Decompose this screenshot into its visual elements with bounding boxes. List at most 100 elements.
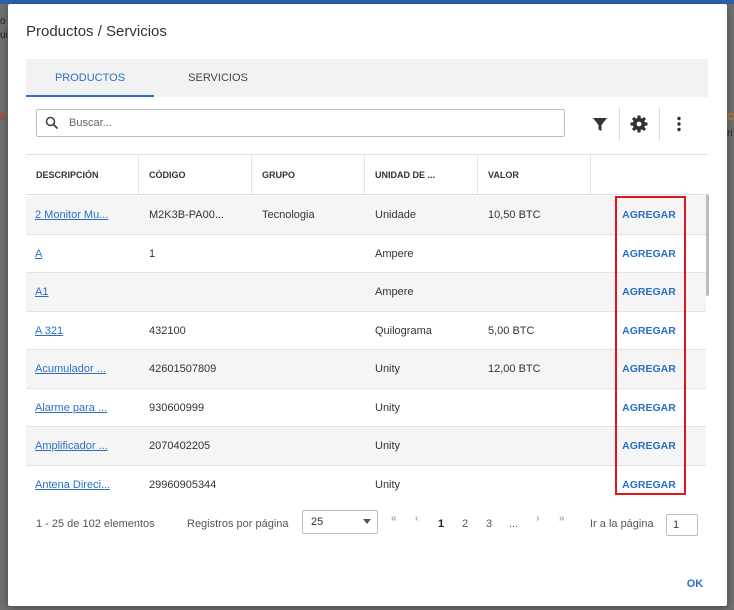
background-text-fragment: o xyxy=(0,16,6,27)
agregar-button[interactable]: AGREGAR xyxy=(617,196,681,234)
cell-grupo xyxy=(252,350,362,388)
cell-descripcion[interactable]: A1 xyxy=(35,273,135,311)
table-row: A 321 432100 Quilograma 5,00 BTC AGREGAR xyxy=(26,312,706,350)
gear-icon[interactable] xyxy=(624,109,654,139)
cell-descripcion[interactable]: 2 Monitor Mu... xyxy=(35,196,135,234)
goto-page-input[interactable] xyxy=(666,514,698,536)
page-3[interactable]: 3 xyxy=(486,518,492,530)
record-count: 1 - 25 de 102 elementos xyxy=(36,518,155,530)
tab-bar: PRODUCTOS SERVICIOS xyxy=(26,59,708,97)
agregar-button[interactable]: AGREGAR xyxy=(617,235,681,273)
cell-valor: 5,00 BTC xyxy=(488,324,535,337)
cell-unidad: Unity xyxy=(375,440,401,452)
cell-grupo xyxy=(252,235,362,273)
table-row: 2 Monitor Mu... M2K3B-PA00... Tecnologia… xyxy=(26,196,706,235)
more-vertical-icon[interactable] xyxy=(664,109,694,139)
chevron-down-icon xyxy=(363,519,371,524)
products-table: DESCRIPCIÓN CÓDIGO GRUPO UNIDAD DE ... V… xyxy=(26,154,708,502)
cell-unidad: Ampere xyxy=(375,247,414,260)
agregar-button[interactable]: AGREGAR xyxy=(617,427,681,465)
cell-codigo xyxy=(139,273,249,311)
background-text-fragment: 0 xyxy=(0,112,6,123)
cell-unidad: Unity xyxy=(375,478,401,491)
per-page-label: Registros por página xyxy=(187,518,289,530)
filter-icon[interactable] xyxy=(585,109,615,139)
cell-codigo: 930600999 xyxy=(149,401,205,414)
column-header-codigo[interactable]: CÓDIGO xyxy=(139,155,252,195)
cell-descripcion[interactable]: Alarme para ... xyxy=(35,389,135,427)
cell-codigo: 42601507809 xyxy=(149,363,217,375)
cell-descripcion[interactable]: A 321 xyxy=(35,312,135,350)
page-1[interactable]: 1 xyxy=(438,518,444,530)
table-header: DESCRIPCIÓN CÓDIGO GRUPO UNIDAD DE ... V… xyxy=(26,155,706,195)
cell-codigo: 1 xyxy=(149,247,156,260)
cell-codigo: M2K3B-PA00... xyxy=(149,209,224,221)
prev-page-icon[interactable]: ‹ xyxy=(415,513,418,524)
background-text-fragment: ri xyxy=(727,128,733,139)
cell-valor xyxy=(478,273,588,311)
agregar-button[interactable]: AGREGAR xyxy=(617,389,681,427)
per-page-value: 25 xyxy=(311,516,324,528)
cell-unidad: Unidade xyxy=(375,209,416,221)
page-ellipsis[interactable]: ... xyxy=(509,518,518,530)
cell-valor xyxy=(478,235,588,273)
tab-servicios[interactable]: SERVICIOS xyxy=(154,59,282,97)
cell-grupo xyxy=(252,312,362,350)
cell-unidad: Quilograma xyxy=(375,324,432,337)
pagination-bar: 1 - 25 de 102 elementos Registros por pá… xyxy=(8,509,727,539)
table-row: Alarme para ... 930600999 Unity AGREGAR xyxy=(26,389,706,427)
cell-descripcion[interactable]: Amplificador ... xyxy=(35,427,135,465)
goto-page-label: Ir a la página xyxy=(590,518,654,530)
table-scrollbar[interactable] xyxy=(706,194,709,296)
products-services-dialog: Productos / Servicios PRODUCTOS SERVICIO… xyxy=(8,4,727,606)
cell-unidad: Unity xyxy=(375,401,401,414)
first-page-icon[interactable]: « xyxy=(391,513,397,524)
cell-valor xyxy=(478,389,588,427)
search-icon xyxy=(45,116,59,130)
cell-codigo: 432100 xyxy=(149,324,186,337)
cell-valor: 12,00 BTC xyxy=(488,363,541,375)
table-row: Antena Direci... 29960905344 Unity AGREG… xyxy=(26,466,706,503)
last-page-icon[interactable]: » xyxy=(559,513,565,524)
column-header-grupo[interactable]: GRUPO xyxy=(252,155,365,195)
cell-descripcion[interactable]: A xyxy=(35,235,135,273)
cell-codigo: 29960905344 xyxy=(149,478,217,491)
agregar-button[interactable]: AGREGAR xyxy=(617,350,681,388)
search-box xyxy=(36,109,565,137)
table-row: Acumulador ... 42601507809 Unity 12,00 B… xyxy=(26,350,706,389)
cell-descripcion[interactable]: Antena Direci... xyxy=(35,466,135,503)
background-text-fragment: ui xyxy=(0,30,8,41)
cell-grupo xyxy=(252,389,362,427)
cell-valor xyxy=(478,466,588,503)
dialog-title: Productos / Servicios xyxy=(26,23,167,40)
table-row: Amplificador ... 2070402205 Unity AGREGA… xyxy=(26,427,706,466)
tab-productos[interactable]: PRODUCTOS xyxy=(26,59,154,97)
cell-grupo xyxy=(252,273,362,311)
cell-unidad: Ampere xyxy=(375,286,414,298)
agregar-button[interactable]: AGREGAR xyxy=(617,312,681,350)
per-page-select[interactable]: 25 xyxy=(302,510,378,534)
agregar-button[interactable]: AGREGAR xyxy=(617,466,681,503)
next-page-icon[interactable]: › xyxy=(536,513,539,524)
page-2[interactable]: 2 xyxy=(462,518,468,530)
table-row: A1 Ampere AGREGAR xyxy=(26,273,706,312)
background-text-fragment: C xyxy=(727,112,734,123)
cell-unidad: Unity xyxy=(375,363,401,375)
cell-grupo xyxy=(252,427,362,465)
agregar-button[interactable]: AGREGAR xyxy=(617,273,681,311)
table-row: A 1 Ampere AGREGAR xyxy=(26,235,706,273)
column-header-valor[interactable]: VALOR xyxy=(478,155,591,195)
column-header-actions xyxy=(591,155,704,195)
cell-grupo: Tecnologia xyxy=(262,209,315,221)
toolbar-divider xyxy=(659,107,660,141)
cell-descripcion[interactable]: Acumulador ... xyxy=(35,350,135,388)
search-input[interactable] xyxy=(69,114,549,132)
toolbar-divider xyxy=(619,107,620,141)
column-header-descripcion[interactable]: DESCRIPCIÓN xyxy=(26,155,139,195)
cell-valor: 10,50 BTC xyxy=(488,209,541,221)
cell-codigo: 2070402205 xyxy=(149,440,211,452)
ok-button[interactable]: OK xyxy=(678,574,712,594)
column-header-unidad[interactable]: UNIDAD DE ... xyxy=(365,155,478,195)
cell-valor xyxy=(478,427,588,465)
cell-grupo xyxy=(252,466,362,503)
